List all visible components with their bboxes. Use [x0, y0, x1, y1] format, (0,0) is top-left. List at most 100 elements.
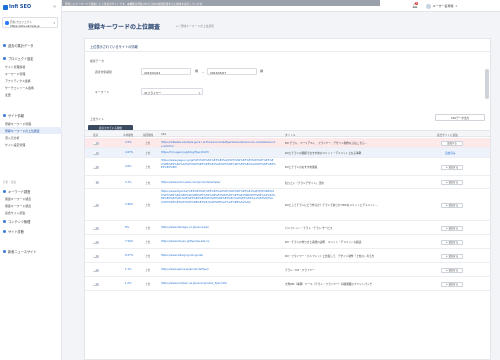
calendar-icon[interactable]: ▦ — [195, 69, 198, 73]
sidebar-item-label: サイト情報 — [8, 114, 24, 118]
sidebar-item-6[interactable]: 変更 — [0, 91, 62, 98]
col-add-competitor: 競合サイトに追加 — [437, 133, 458, 137]
sidebar-item-label: サーチコンソール連携 — [5, 85, 34, 90]
sidebar-item-17[interactable]: サイト診断 — [0, 228, 62, 235]
prev-rank: 上位 — [145, 255, 151, 259]
table-row: 8.57% 上位 https://www.ddisign.jp/dx-guide/D… — [85, 249, 490, 263]
calendar-icon[interactable]: ▦ — [260, 69, 263, 73]
table-row: 7.56% 上位 https://www.kmyen.jp/flyer/as-ads… — [85, 235, 490, 249]
prev-rank: 上位 — [145, 166, 151, 170]
add-competitor-button[interactable]: + 追加する — [441, 239, 463, 245]
table-row: 8% 上位 https://www.dkmagic.co.jp/service/p/… — [85, 221, 490, 235]
avg-rank: 3.7% — [125, 180, 132, 184]
double-chevron-left-icon[interactable]: « — [53, 4, 56, 10]
prev-rank: 上位 — [145, 142, 151, 146]
sidebar-item-18[interactable]: 新着ニュースサイト — [0, 248, 62, 255]
display-toggle[interactable] — [93, 151, 99, 155]
sidebar-item-label: キーワード調査 — [8, 190, 31, 194]
result-url-link[interactable]: https://www.printpac.ne.jp/service/index… — [161, 282, 276, 286]
add-competitor-button[interactable]: + 追加する — [441, 281, 463, 287]
sidebar-item-label: キーワード管理 — [5, 71, 26, 76]
display-toggle[interactable] — [93, 282, 99, 286]
display-toggle[interactable] — [93, 181, 99, 184]
divider — [85, 51, 490, 52]
tab-top-sites[interactable]: 上位サイト — [90, 117, 104, 121]
display-toggle[interactable] — [93, 203, 99, 207]
add-competitor-button[interactable]: + 追加する — [441, 267, 463, 273]
app-logo[interactable]: Infi SEO — [3, 3, 31, 11]
table-header: 表示 平均順位 前回順位 URL タイトル 競合サイトに追加 — [85, 130, 490, 137]
sidebar-item-15[interactable]: 競合サイト調査 — [0, 209, 62, 216]
date-range-label: 調査対象期間 — [95, 70, 112, 74]
sidebar-item-12[interactable]: キーワード調査 — [0, 188, 62, 195]
add-competitor-button[interactable]: + 追加する — [441, 225, 463, 231]
result-url-link[interactable]: https://www.ddisign.jp/dx-guide/ — [161, 254, 276, 258]
prev-rank: 上位 — [145, 283, 151, 287]
sidebar-item-label: 流入元分析 — [5, 135, 20, 140]
col-prev-rank[interactable]: 前回順位 — [143, 133, 153, 137]
sidebar-item-16[interactable]: コンテンツ管理 — [0, 218, 62, 225]
sidebar-item-11[interactable]: サイト設定管理 — [0, 141, 62, 148]
add-competitor-button[interactable]: + 追加する — [441, 180, 463, 185]
csv-export-button[interactable]: CSVデータ出力 — [435, 114, 485, 121]
result-url-link[interactable]: https://hm.agency.jp/blog/flyer/dx07/ — [161, 151, 276, 155]
display-toggle[interactable] — [93, 226, 99, 230]
display-toggle[interactable] — [93, 165, 99, 169]
logo-text: Infi SEO — [9, 4, 32, 10]
keyword-label: キーワード — [95, 90, 109, 94]
add-competitor-button[interactable]: + 追加する — [441, 202, 463, 208]
breadcrumb[interactable]: ⌂ / 登録キーワードの上位調査 — [176, 24, 214, 28]
sidebar-item-4[interactable]: アナリティクス連携 — [0, 77, 62, 84]
result-url-link[interactable]: https://www.page.io.jp/ja/%E3%83%81%E3%8… — [161, 159, 276, 170]
site-selector[interactable]: 有効プロジェクト https://site-sample.jp ▾ — [2, 17, 58, 28]
sidebar-item-2[interactable]: サイト管理情報 — [0, 63, 62, 70]
sidebar-item-8[interactable]: 登録キーワード管理 — [0, 120, 62, 127]
result-url-link[interactable]: https://www.pokin-web.com/products/sampl… — [161, 181, 276, 185]
prev-rank: 上位 — [145, 152, 151, 156]
result-title: 大判DM（事例）ツール（チラシ・フライヤー）印刷通販のプリントパック — [285, 283, 373, 287]
display-toggle[interactable] — [93, 268, 99, 272]
sidebar-item-label: 登録キーワード管理 — [5, 121, 32, 126]
scrollbar-thumb[interactable] — [485, 69, 489, 99]
sidebar-item-14[interactable]: 関連キーワード調査 — [0, 202, 62, 209]
date-from-field[interactable]: 2023/04/24 — [141, 68, 191, 75]
sidebar-item-9[interactable]: 登録キーワードの上位調査 — [0, 127, 62, 134]
add-competitor-button[interactable]: + 追加する — [441, 164, 463, 170]
sidebar-item-3[interactable]: キーワード管理 — [0, 70, 62, 77]
sidebar-item-0[interactable]: 過去の集計データ — [0, 42, 62, 49]
avg-rank: 1.1% — [125, 268, 132, 272]
prev-rank: 上位 — [145, 241, 151, 245]
add-competitor-button[interactable]: + 追加する — [441, 253, 463, 259]
result-url-link[interactable]: https://www.genos.sp/products/flyer/ — [161, 268, 276, 272]
prev-rank: 上位 — [145, 227, 151, 231]
display-toggle[interactable] — [93, 141, 99, 145]
add-competitor-button[interactable]: 追加する — [441, 140, 463, 146]
notice-banner: 登録したキーワードで検索した上位表示サイトです。本機能は登録された日付の検索結果… — [62, 0, 380, 6]
sidebar-item-5[interactable]: サーチコンソール連携 — [0, 84, 62, 91]
date-to-field[interactable]: 2023/05/07 — [207, 68, 257, 75]
sidebar: Infi SEO « 有効プロジェクト https://site-sample.… — [0, 0, 62, 360]
sidebar-item-label: サイト管理情報 — [5, 64, 26, 69]
result-title: DXとチラシのおすすめ施策 — [285, 166, 318, 170]
nav-section-analysis: 分析・比較 — [3, 181, 16, 184]
result-url-link[interactable]: https://www.dkmagic.co.jp/service/p/ — [161, 226, 276, 230]
result-title: DX チラシ、ツーリアルト、フライヤー、デザイン制作ならはこちら… — [285, 142, 368, 146]
col-display: 表示 — [93, 133, 99, 137]
display-toggle[interactable] — [93, 240, 99, 244]
result-url-link[interactable]: https://www.kmyen.jp/flyer/as-ads.in/ — [161, 240, 276, 244]
result-url-link[interactable]: https://www.flyer.biz/%E3%83%81%E3%83%A9… — [161, 190, 276, 204]
sidebar-item-10[interactable]: 流入元分析 — [0, 134, 62, 141]
nav-icon — [3, 250, 6, 253]
user-menu[interactable]: ユーザー名称様 ▾ — [426, 3, 457, 9]
sidebar-item-label: プロジェクト設定 — [8, 57, 34, 61]
keyword-select[interactable]: dxフライヤー ▾ — [141, 88, 203, 95]
sidebar-item-1[interactable]: プロジェクト設定 — [0, 55, 62, 62]
col-avg-rank[interactable]: 平均順位 — [123, 133, 133, 137]
nav-icon — [3, 230, 6, 233]
nav-icon — [3, 57, 6, 60]
avg-rank: 4.67% — [125, 151, 134, 155]
sidebar-item-7[interactable]: サイト情報 — [0, 112, 62, 119]
sidebar-item-13[interactable]: 関連キーワード調査 — [0, 195, 62, 202]
avg-rank: 8% — [125, 226, 130, 230]
display-toggle[interactable] — [93, 254, 99, 258]
